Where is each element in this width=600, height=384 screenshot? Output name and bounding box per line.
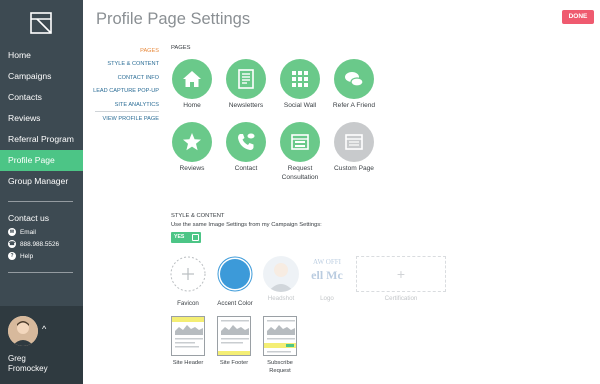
page-label: Refer A Friend xyxy=(332,102,376,109)
logo-image: AW OFFI ell Mc xyxy=(306,256,348,292)
subnav-lead-capture[interactable]: LEAD CAPTURE POP-UP xyxy=(92,85,159,98)
template-site-header[interactable]: Site Header xyxy=(171,316,205,367)
page-card-contact[interactable]: Contact xyxy=(220,122,272,174)
favicon-label: Favicon xyxy=(177,300,199,307)
sidebar-item-home[interactable]: Home xyxy=(0,45,83,66)
template-site-footer[interactable]: Site Footer xyxy=(217,316,251,367)
style-description: Use the same Image Settings from my Camp… xyxy=(171,222,322,228)
user-profile-panel[interactable]: ^ Greg Fromockey xyxy=(0,306,83,384)
style-content-section-label: STYLE & CONTENT xyxy=(171,213,225,219)
accent-color-label: Accent Color xyxy=(217,300,253,307)
pages-section-label: PAGES xyxy=(171,45,191,51)
page-label: Home xyxy=(183,102,201,109)
page-card-social-wall[interactable]: Social Wall xyxy=(274,59,326,111)
contact-phone-label: 888.988.5526 xyxy=(20,240,60,248)
sidebar: Home Campaigns Contacts Reviews Referral… xyxy=(0,0,83,384)
page-label: Newsletters xyxy=(228,102,264,109)
accent-color-swatch xyxy=(217,256,253,292)
certification-upload[interactable]: + Certification xyxy=(356,256,446,302)
contact-help-label: Help xyxy=(20,252,34,260)
add-certification-icon: + xyxy=(356,256,446,292)
page-card-request-consultation[interactable]: Request Consultation xyxy=(274,122,326,182)
contact-us-title: Contact us xyxy=(8,213,50,223)
page-label: Contact xyxy=(234,165,258,172)
subscribe-request-thumbnail xyxy=(263,316,297,356)
phone-icon xyxy=(226,122,266,162)
sidebar-divider xyxy=(8,272,73,273)
done-button[interactable]: DONE xyxy=(562,10,594,24)
settings-subnav: PAGES STYLE & CONTENT CONTACT INFO LEAD … xyxy=(92,45,159,112)
star-icon xyxy=(172,122,212,162)
subnav-pages[interactable]: PAGES xyxy=(92,45,159,58)
logo-upload[interactable]: AW OFFI ell Mc Logo xyxy=(306,256,348,302)
subnav-divider xyxy=(95,111,159,112)
phone-icon: ☎ xyxy=(8,240,16,248)
contact-help-link[interactable]: ? Help xyxy=(8,252,33,260)
page-card-reviews[interactable]: Reviews xyxy=(166,122,218,174)
toggle-knob xyxy=(192,234,199,241)
user-name: Greg Fromockey xyxy=(8,354,78,374)
sidebar-item-reviews[interactable]: Reviews xyxy=(0,108,83,129)
same-image-settings-toggle[interactable]: YES xyxy=(171,232,201,243)
favicon-upload[interactable]: Favicon xyxy=(168,256,208,307)
email-icon: ✉ xyxy=(8,228,16,236)
page-card-custom-page[interactable]: Custom Page xyxy=(328,122,380,174)
certification-label: Certification xyxy=(384,295,418,302)
subnav-site-analytics[interactable]: SITE ANALYTICS xyxy=(92,99,159,112)
template-label: Site Header xyxy=(172,360,204,366)
subnav-style-content[interactable]: STYLE & CONTENT xyxy=(92,58,159,71)
sidebar-nav: Home Campaigns Contacts Reviews Referral… xyxy=(0,45,83,192)
site-header-thumbnail xyxy=(171,316,205,356)
app-root: Home Campaigns Contacts Reviews Referral… xyxy=(0,0,600,384)
subnav-contact-info[interactable]: CONTACT INFO xyxy=(92,72,159,85)
sidebar-item-contacts[interactable]: Contacts xyxy=(0,87,83,108)
newsletter-icon xyxy=(226,59,266,99)
house-icon xyxy=(172,59,212,99)
headshot-label: Headshot xyxy=(267,295,295,302)
contact-email-link[interactable]: ✉ Email xyxy=(8,228,36,236)
user-last-name: Fromockey xyxy=(8,364,48,373)
sidebar-item-profile-page[interactable]: Profile Page xyxy=(0,150,83,171)
toggle-label: YES xyxy=(174,234,185,240)
logo-text-top: AW OFFI xyxy=(313,258,341,266)
sidebar-item-campaigns[interactable]: Campaigns xyxy=(0,66,83,87)
sidebar-divider xyxy=(8,201,73,202)
user-first-name: Greg xyxy=(8,354,26,363)
app-logo-icon[interactable] xyxy=(30,12,52,34)
form-icon xyxy=(280,122,320,162)
site-footer-thumbnail xyxy=(217,316,251,356)
page-label: Social Wall xyxy=(283,102,317,109)
template-subscribe-request[interactable]: Subscribe Request xyxy=(263,316,297,375)
contact-phone-link[interactable]: ☎ 888.988.5526 xyxy=(8,240,59,248)
contact-email-label: Email xyxy=(20,228,36,236)
custom-page-icon xyxy=(334,122,374,162)
template-label: Subscribe Request xyxy=(267,360,293,374)
chevron-up-icon[interactable]: ^ xyxy=(42,324,46,334)
sidebar-item-referral-program[interactable]: Referral Program xyxy=(0,129,83,150)
grid-icon xyxy=(280,59,320,99)
view-profile-page-link[interactable]: VIEW PROFILE PAGE xyxy=(92,113,159,126)
page-card-refer-a-friend[interactable]: Refer A Friend xyxy=(328,59,380,111)
headshot-image xyxy=(263,256,299,292)
page-card-home[interactable]: Home xyxy=(166,59,218,111)
page-label: Custom Page xyxy=(334,165,374,172)
help-icon: ? xyxy=(8,252,16,260)
page-label: Reviews xyxy=(179,165,205,172)
logo-text-bottom: ell Mc xyxy=(311,268,343,282)
template-label: Site Footer xyxy=(219,360,249,366)
add-icon xyxy=(170,256,206,292)
chat-bubbles-icon xyxy=(334,59,374,99)
page-label: Request Consultation xyxy=(281,165,319,181)
page-title: Profile Page Settings xyxy=(96,10,251,28)
logo-label: Logo xyxy=(320,295,334,302)
sidebar-item-group-manager[interactable]: Group Manager xyxy=(0,171,83,192)
accent-color-picker[interactable]: Accent Color xyxy=(214,256,256,307)
page-card-newsletters[interactable]: Newsletters xyxy=(220,59,272,111)
headshot-upload[interactable]: Headshot xyxy=(261,256,301,302)
avatar xyxy=(8,316,38,346)
